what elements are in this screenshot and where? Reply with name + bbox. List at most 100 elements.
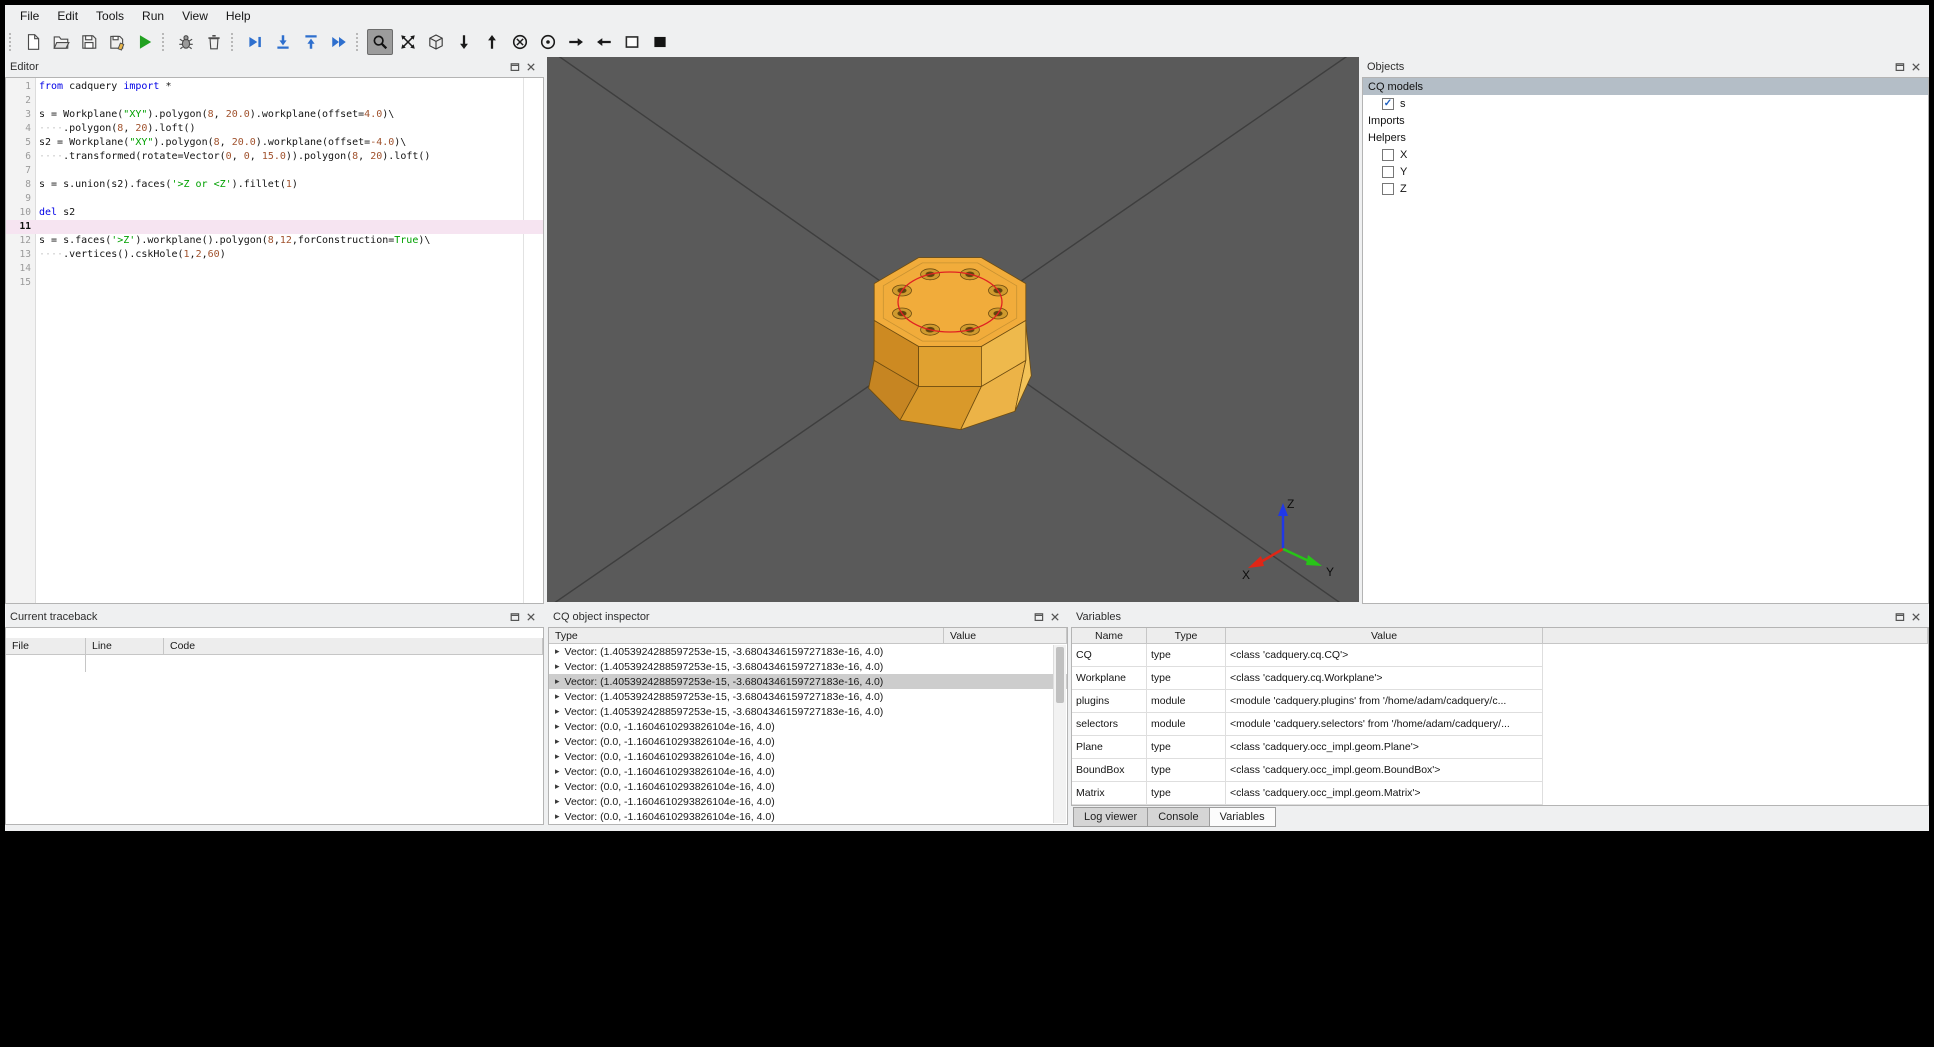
shaded-view-button[interactable] xyxy=(647,29,673,55)
editor-line[interactable]: 11 xyxy=(6,220,543,234)
tab-variables[interactable]: Variables xyxy=(1208,807,1276,827)
column-header[interactable]: Value xyxy=(1226,628,1543,644)
code-editor[interactable]: 1 from cadquery import * 2 3 s = Workplane("… xyxy=(5,77,544,604)
inspector-row[interactable]: ▸ Vector: (0.0, -1.1604610293826104e-16, … xyxy=(549,719,1067,734)
tree-item-imports[interactable]: Imports xyxy=(1363,112,1928,129)
tab-log-viewer[interactable]: Log viewer xyxy=(1073,807,1149,827)
expander-icon[interactable]: ▸ xyxy=(555,751,560,762)
open-button[interactable] xyxy=(48,29,74,55)
inspector-row[interactable]: ▸ Vector: (0.0, -1.1604610293826104e-16, … xyxy=(549,764,1067,779)
table-row[interactable]: BoundBox type <class 'cadquery.occ_impl.ge… xyxy=(1072,759,1928,782)
render-button[interactable] xyxy=(132,29,158,55)
column-header[interactable]: Value xyxy=(944,628,1067,644)
expander-icon[interactable]: ▸ xyxy=(555,781,560,792)
tree-item-cq-models[interactable]: CQ models xyxy=(1363,78,1928,95)
close-panel-button[interactable] xyxy=(523,60,539,74)
model-top-face[interactable] xyxy=(873,257,1027,347)
tree-item-helpers[interactable]: Helpers xyxy=(1363,129,1928,146)
editor-line[interactable]: 13 ····.vertices().cskHole(1,2,60) xyxy=(6,248,543,262)
table-row[interactable]: Plane type <class 'cadquery.occ_impl.geom.… xyxy=(1072,736,1928,759)
editor-line[interactable]: 10 del s2 xyxy=(6,206,543,220)
inspector-row[interactable]: ▸ Vector: (0.0, -1.1604610293826104e-16, … xyxy=(549,809,1067,824)
close-panel-button[interactable] xyxy=(523,610,539,624)
inspector-row[interactable]: ▸ Vector: (1.4053924288597253e-15, -3.680… xyxy=(549,674,1067,689)
screenshot-fit-button[interactable] xyxy=(367,29,393,55)
front-view-button[interactable] xyxy=(507,29,533,55)
tree-item-z[interactable]: Z xyxy=(1363,180,1928,197)
table-row[interactable]: selectors module <module 'cadquery.selecto… xyxy=(1072,713,1928,736)
close-panel-button[interactable] xyxy=(1908,60,1924,74)
tree-item-y[interactable]: Y xyxy=(1363,163,1928,180)
table-row[interactable]: Workplane type <class 'cadquery.cq.Workpla… xyxy=(1072,667,1928,690)
inspector-row[interactable]: ▸ Vector: (1.4053924288597253e-15, -3.680… xyxy=(549,644,1067,659)
close-panel-button[interactable] xyxy=(1908,610,1924,624)
editor-line[interactable]: 15 xyxy=(6,276,543,290)
inspector-tree[interactable]: Type Value ▸ Vector: (1.4053924288597253e-… xyxy=(548,627,1068,825)
tree-item-x[interactable]: X xyxy=(1363,146,1928,163)
menu-tools[interactable]: Tools xyxy=(87,7,133,25)
expander-icon[interactable]: ▸ xyxy=(555,661,560,672)
checkbox[interactable] xyxy=(1382,148,1394,161)
checkbox[interactable] xyxy=(1382,182,1394,195)
top-view-button[interactable] xyxy=(451,29,477,55)
expander-icon[interactable]: ▸ xyxy=(555,796,560,807)
menu-view[interactable]: View xyxy=(173,7,217,25)
step-out-button[interactable] xyxy=(298,29,324,55)
right-view-button[interactable] xyxy=(591,29,617,55)
editor-line[interactable]: 1 from cadquery import * xyxy=(6,80,543,94)
bottom-view-button[interactable] xyxy=(479,29,505,55)
objects-tree[interactable]: CQ models ✓ s Imports Helpers X Y Z xyxy=(1362,77,1929,604)
expander-icon[interactable]: ▸ xyxy=(555,706,560,717)
editor-line[interactable]: 9 xyxy=(6,192,543,206)
editor-line[interactable]: 12 s = s.faces('>Z').workplane().polygon(… xyxy=(6,234,543,248)
column-header[interactable]: Name xyxy=(1072,628,1147,644)
expander-icon[interactable]: ▸ xyxy=(555,736,560,747)
save-button[interactable] xyxy=(76,29,102,55)
checkbox[interactable]: ✓ xyxy=(1382,97,1394,110)
expander-icon[interactable]: ▸ xyxy=(555,721,560,732)
inspector-row[interactable]: ▸ Vector: (0.0, -1.1604610293826104e-16, … xyxy=(549,734,1067,749)
variables-table[interactable]: Name Type Value CQ type <class 'cadquery.cq.… xyxy=(1071,627,1929,806)
table-row[interactable]: CQ type <class 'cadquery.cq.CQ'> xyxy=(1072,644,1928,667)
column-header[interactable]: Type xyxy=(1147,628,1226,644)
continue-button[interactable] xyxy=(326,29,352,55)
float-panel-button[interactable] xyxy=(1892,60,1908,74)
tree-item-s[interactable]: ✓ s xyxy=(1363,95,1928,112)
menu-help[interactable]: Help xyxy=(217,7,260,25)
float-panel-button[interactable] xyxy=(1892,610,1908,624)
checkbox[interactable] xyxy=(1382,165,1394,178)
fit-view-button[interactable] xyxy=(395,29,421,55)
menu-run[interactable]: Run xyxy=(133,7,173,25)
back-view-button[interactable] xyxy=(535,29,561,55)
vertical-scrollbar[interactable] xyxy=(1053,645,1066,823)
float-panel-button[interactable] xyxy=(507,60,523,74)
inspector-row[interactable]: ▸ Vector: (0.0, -1.1604610293826104e-16, … xyxy=(549,749,1067,764)
editor-line[interactable]: 3 s = Workplane("XY").polygon(8, 20.0).wo… xyxy=(6,108,543,122)
step-in-button[interactable] xyxy=(270,29,296,55)
column-header[interactable]: Type xyxy=(549,628,944,644)
tab-console[interactable]: Console xyxy=(1147,807,1210,827)
inspector-row[interactable]: ▸ Vector: (0.0, -1.1604610293826104e-16, … xyxy=(549,794,1067,809)
debug-button[interactable] xyxy=(173,29,199,55)
menu-file[interactable]: File xyxy=(11,7,48,25)
menu-edit[interactable]: Edit xyxy=(48,7,87,25)
left-view-button[interactable] xyxy=(563,29,589,55)
float-panel-button[interactable] xyxy=(507,610,523,624)
inspector-row[interactable]: ▸ Vector: (0.0, -1.1604610293826104e-16, … xyxy=(549,779,1067,794)
table-row[interactable]: plugins module <module 'cadquery.plugins' … xyxy=(1072,690,1928,713)
iso-view-button[interactable] xyxy=(423,29,449,55)
wireframe-view-button[interactable] xyxy=(619,29,645,55)
step-button[interactable] xyxy=(242,29,268,55)
cad-model[interactable] xyxy=(868,257,1032,431)
close-panel-button[interactable] xyxy=(1047,610,1063,624)
viewport-3d[interactable]: X Y Z xyxy=(547,57,1359,602)
inspector-row[interactable]: ▸ Vector: (1.4053924288597253e-15, -3.680… xyxy=(549,689,1067,704)
expander-icon[interactable]: ▸ xyxy=(555,691,560,702)
new-script-button[interactable] xyxy=(20,29,46,55)
editor-line[interactable]: 8 s = s.union(s2).faces('>Z or <Z').fille… xyxy=(6,178,543,192)
expander-icon[interactable]: ▸ xyxy=(555,646,560,657)
editor-line[interactable]: 5 s2 = Workplane("XY").polygon(8, 20.0).w… xyxy=(6,136,543,150)
table-row[interactable]: Matrix type <class 'cadquery.occ_impl.geom… xyxy=(1072,782,1928,805)
editor-line[interactable]: 6 ····.transformed(rotate=Vector(0, 0, 15… xyxy=(6,150,543,164)
inspector-row[interactable]: ▸ Vector: (1.4053924288597253e-15, -3.680… xyxy=(549,659,1067,674)
